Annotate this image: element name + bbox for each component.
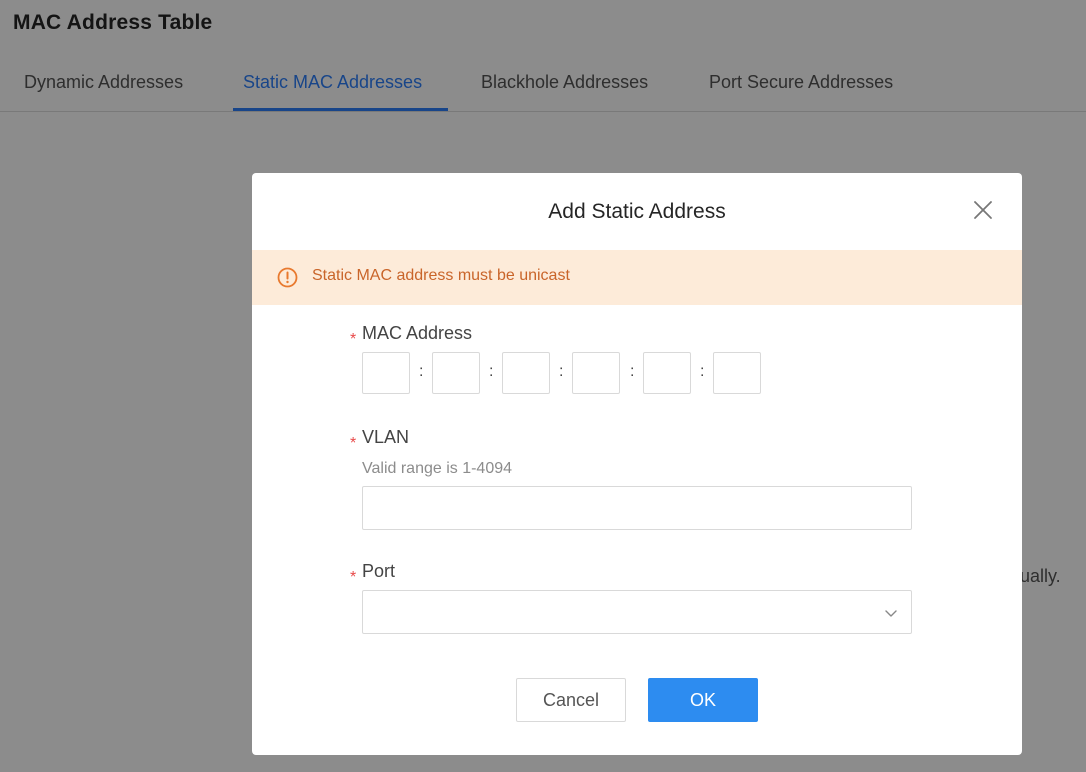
mac-separator: : [489,363,494,380]
mac-octet-2-input[interactable] [432,352,480,394]
mac-octet-4-input[interactable] [572,352,620,394]
port-select[interactable] [362,590,912,634]
add-static-address-dialog: Add Static Address Static MAC address mu… [252,173,1022,755]
required-mark: * [350,435,357,452]
mac-octet-3-input[interactable] [502,352,550,394]
required-mark: * [350,331,357,348]
port-label: Port [362,561,396,581]
chevron-down-icon [885,610,897,617]
cancel-button[interactable]: Cancel [516,678,626,722]
required-mark: * [350,569,357,586]
mac-separator: : [700,363,705,380]
mac-separator: : [559,363,564,380]
mac-separator: : [419,363,424,380]
mac-octet-6-input[interactable] [713,352,761,394]
mac-octet-5-input[interactable] [643,352,691,394]
vlan-input[interactable] [362,486,912,530]
exclamation-circle-icon [277,267,298,288]
mac-octet-1-input[interactable] [362,352,410,394]
vlan-label: VLAN [362,427,410,447]
ok-button[interactable]: OK [648,678,758,722]
vlan-hint: Valid range is 1-4094 [362,460,513,477]
warning-banner: Static MAC address must be unicast [252,250,1022,305]
dialog-title: Add Static Address [548,200,726,223]
warning-text: Static MAC address must be unicast [312,267,570,284]
mac-address-label: MAC Address [362,323,473,343]
mac-separator: : [630,363,635,380]
close-icon[interactable] [972,199,994,221]
